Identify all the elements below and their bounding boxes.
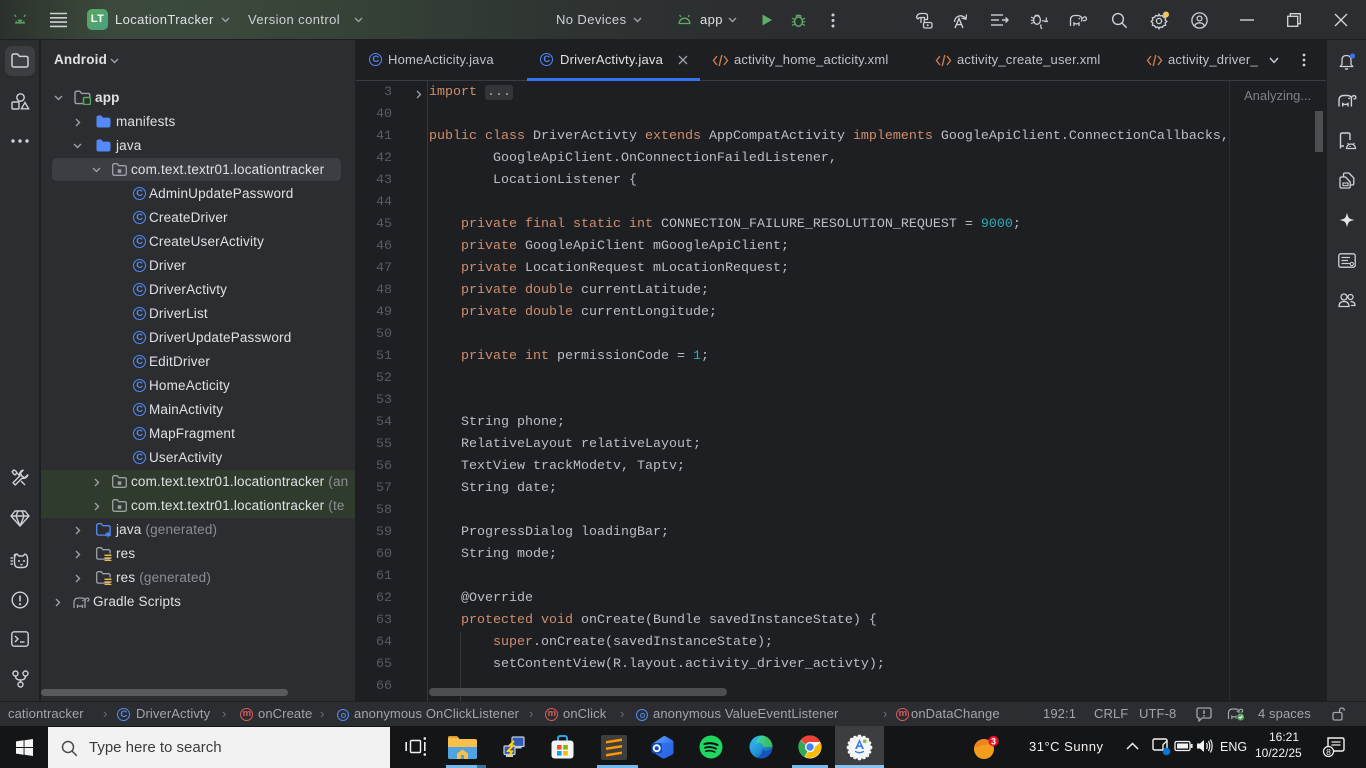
svg-text:3: 3 bbox=[991, 736, 996, 746]
svg-text:8: 8 bbox=[1326, 747, 1331, 757]
